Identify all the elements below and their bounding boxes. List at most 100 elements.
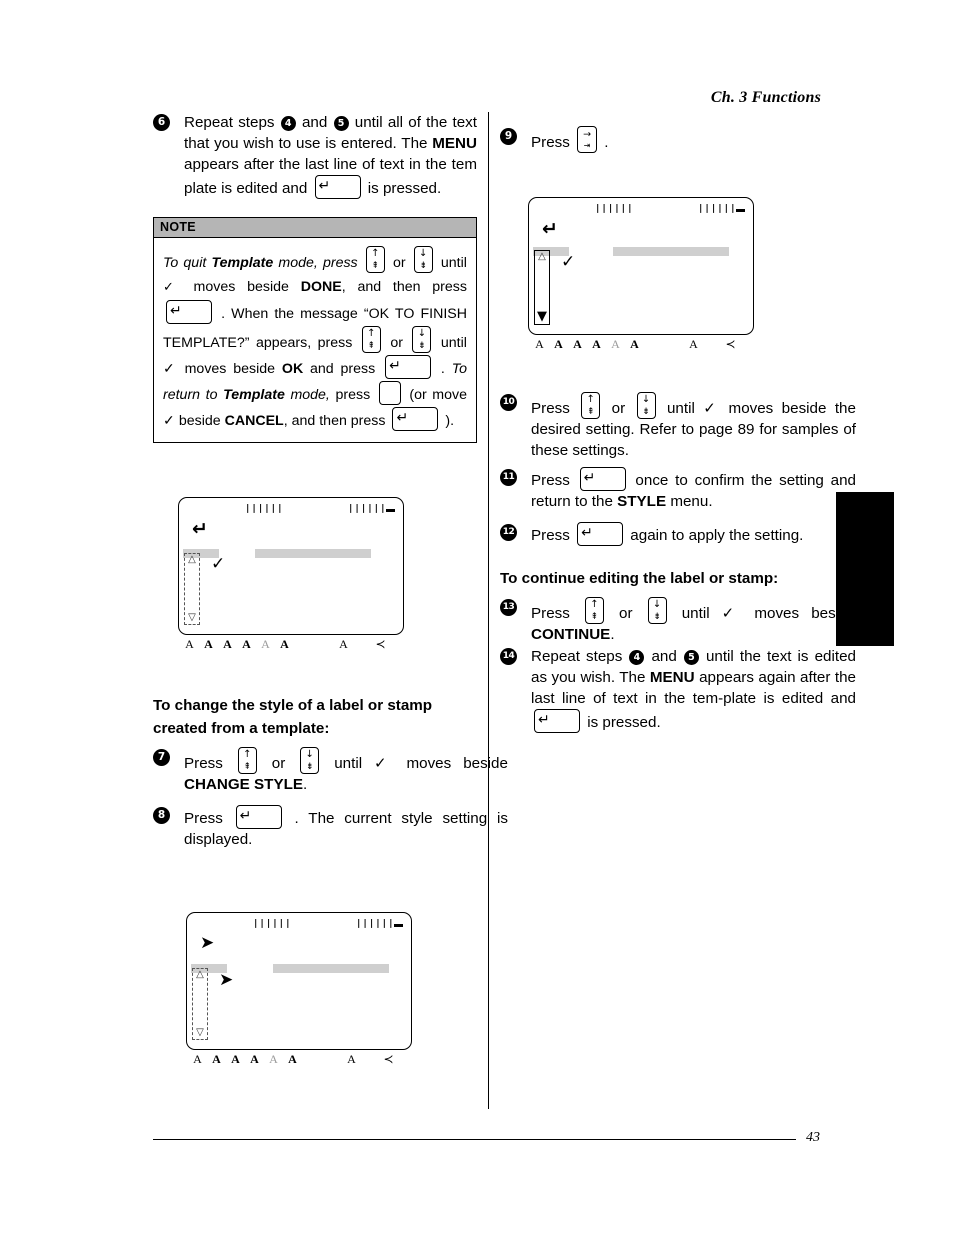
note-l1-e: until (440, 255, 467, 271)
lcd-illustration-right: |||||| |||||| ↵ △ ▼ ✓ A A A A A A A ≺ (528, 197, 758, 350)
status-icon-a3: A (573, 337, 582, 351)
lcd-screen-right: |||||| |||||| ↵ △ ▼ ✓ (528, 197, 754, 335)
step-14-text-b: and (651, 648, 677, 665)
note-l6-b: press (335, 387, 371, 403)
up-arrow-key-icon: ↑ ⇞ (581, 392, 601, 419)
status-icon-a5: A (611, 337, 620, 351)
lcd-tick-right: |||||| (348, 504, 387, 514)
lcd-tick-left: |||||| (245, 504, 284, 514)
status-icon-cut: ≺ (375, 637, 386, 651)
step-number-8: 8 (153, 807, 170, 824)
scroll-down-triangle[interactable]: ▽ (185, 613, 199, 623)
scroll-down-triangle[interactable]: ▼ (535, 310, 549, 323)
step-10-text-a: Press (531, 400, 570, 417)
note-l2-b: DONE (300, 279, 342, 295)
scroll-down-triangle[interactable]: ▽ (193, 1028, 207, 1038)
step-number-7: 7 (153, 749, 170, 766)
up-arrow-key-icon: ↑ ⇞ (584, 597, 604, 624)
subheading-continue-editing: To continue editing the label or stamp: (500, 570, 779, 587)
up-page-glyph: ⇞ (590, 612, 599, 622)
step-12: 12 Press ↵ again to apply the setting. (500, 522, 856, 546)
step-8: 8 Press ↵ . The current style setting is… (153, 805, 508, 850)
lcd-scrollbar[interactable]: △ ▽ (192, 968, 208, 1040)
enter-glyph: ↵ (318, 178, 331, 194)
scroll-up-triangle[interactable]: △ (535, 252, 549, 262)
down-page-glyph: ⇟ (418, 341, 426, 351)
lcd-arrow-symbol: ➤ (200, 933, 215, 953)
page-number: 43 (806, 1130, 820, 1145)
inline-step-ref-5: 5 (333, 116, 349, 131)
lcd-screen-top: |||||| |||||| ↵ △ ▽ ✓ (178, 497, 404, 635)
tab-key-icon: → ⇥ (577, 126, 598, 153)
manual-page: Ch. 3 Functions 6 Repeat steps 4 and 5 u… (0, 0, 954, 1235)
lcd-checkmark: ✓ (211, 554, 226, 574)
enter-key-icon: ↵ (314, 175, 361, 199)
enter-key-icon: ↵ (534, 709, 580, 733)
lcd-tick-left: |||||| (595, 204, 634, 214)
note-l2-d: . (221, 306, 226, 322)
step-6-text-a: Repeat steps (184, 114, 275, 131)
step-13-bold: CONTINUE (531, 626, 611, 643)
status-icon-a1: A (193, 1052, 202, 1066)
status-icon-a7: A (689, 337, 698, 351)
right-arrow-glyph: → (583, 129, 592, 140)
blank-key-icon (378, 381, 401, 405)
up-arrow-key-icon: ↑ ⇞ (365, 246, 385, 273)
step-number-9: 9 (500, 128, 517, 145)
step-8-text-b: . The current style setting is displayed… (184, 810, 508, 848)
status-icon-a2: A (212, 1052, 221, 1066)
note-title: NOTE (154, 218, 476, 238)
step-6-text-e: is pressed. (367, 180, 442, 197)
step-9: 9 Press → ⇥ . (500, 126, 856, 153)
step-14: 14 Repeat steps 4 and 5 until the text i… (500, 646, 856, 733)
footer-rule (153, 1139, 796, 1141)
enter-glyph: ↵ (538, 712, 550, 728)
note-l4-b: or (390, 335, 403, 351)
status-icon-a4: A (250, 1052, 259, 1066)
step-9-text-b: . (604, 134, 609, 151)
step-number-6: 6 (153, 114, 170, 131)
status-icon-a4: A (592, 337, 601, 351)
step-9-text-a: Press (531, 134, 570, 151)
up-page-glyph: ⇞ (371, 261, 380, 271)
enter-glyph: ↵ (396, 410, 409, 426)
step-12-text-b: again to apply the setting. (630, 527, 804, 544)
lcd-scrollbar[interactable]: △ ▽ (184, 553, 200, 625)
up-arrow-glyph: ↑ (243, 749, 252, 760)
step-12-text-a: Press (531, 527, 570, 544)
note-l2-a: moves beside (193, 279, 289, 295)
down-arrow-key-icon: ↓ ⇟ (636, 392, 656, 419)
scroll-up-triangle[interactable]: △ (185, 555, 199, 565)
down-arrow-key-icon: ↓ ⇟ (647, 597, 667, 624)
step-10-text-b: or (611, 400, 626, 417)
step-8-text-a: Press (184, 810, 223, 827)
step-11-bold: STYLE (617, 493, 667, 510)
scroll-up-triangle[interactable]: △ (193, 970, 207, 980)
step-14-menu-bold: MENU (649, 669, 695, 686)
lcd-dash-indicator (394, 924, 403, 927)
step-11: 11 Press ↵ once to confirm the setting a… (500, 467, 856, 512)
note-box: NOTE To quit Template mode, press ↑ ⇞ or… (153, 217, 477, 443)
lcd-dash-indicator (736, 209, 745, 212)
status-icon-a3: A (223, 637, 232, 651)
step-14-text-a: Repeat steps (531, 648, 623, 665)
lcd-return-symbol: ↵ (542, 218, 558, 240)
note-l5-a: OK (281, 361, 304, 377)
enter-key-icon: ↵ (579, 467, 626, 491)
down-page-glyph: ⇟ (642, 407, 650, 417)
note-l1-c: mode, press (278, 255, 358, 271)
step-6: 6 Repeat steps 4 and 5 until all of the … (153, 112, 477, 199)
lcd-scrollbar[interactable]: △ ▼ (534, 250, 550, 325)
enter-key-icon: ↵ (392, 407, 439, 431)
down-arrow-key-icon: ↓ ⇟ (300, 747, 320, 774)
down-page-glyph: ⇟ (419, 261, 428, 271)
step-7-text-b: or (271, 755, 286, 772)
note-l1-a: To quit (163, 255, 207, 271)
column-divider (488, 112, 489, 1109)
up-arrow-glyph: ↑ (586, 394, 595, 405)
note-l6-e: , and (283, 413, 316, 429)
lcd-status-row-bottom: A A A A A A A ≺ (188, 1053, 398, 1065)
note-l4-a: appears, press (255, 335, 353, 351)
note-l1-b: Template (211, 255, 274, 271)
note-l6-a: mode, (290, 387, 330, 403)
